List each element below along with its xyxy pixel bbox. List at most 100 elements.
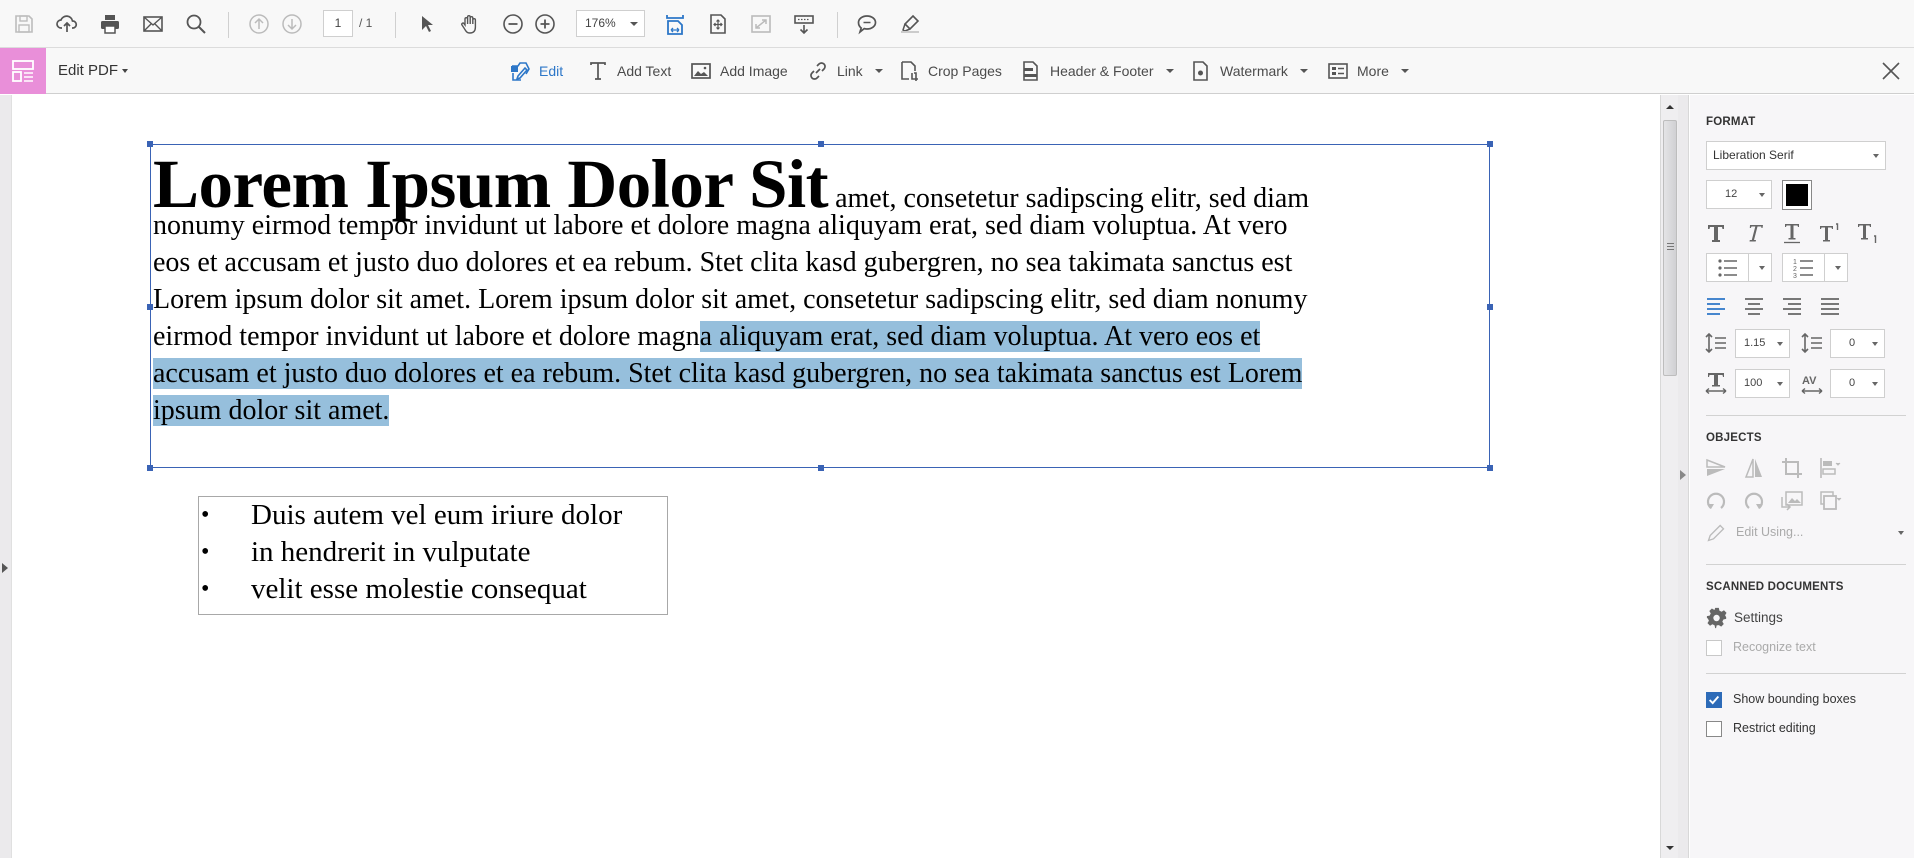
font-size-select[interactable]: 12 xyxy=(1706,180,1772,209)
scrollbar-thumb[interactable] xyxy=(1663,120,1677,376)
list-item-text: velit esse molestie consequat xyxy=(251,573,587,605)
arrange-button[interactable] xyxy=(1818,488,1856,514)
bullet-list-button[interactable] xyxy=(1706,253,1772,282)
search-icon[interactable] xyxy=(182,10,210,38)
bullet-list-box[interactable]: • Duis autem vel eum iriure dolor • in h… xyxy=(198,496,668,615)
bullet-icon: • xyxy=(201,576,210,602)
edit-using-label: Edit Using... xyxy=(1736,525,1804,539)
selected-text: a aliquyam erat, sed diam voluptua. At v… xyxy=(699,321,1261,352)
collapse-right-pane-icon[interactable] xyxy=(1680,470,1686,480)
zoom-in-icon[interactable] xyxy=(531,10,559,38)
right-pane-collapse[interactable] xyxy=(1678,95,1689,858)
chevron-down-icon[interactable] xyxy=(874,69,883,73)
tool-link[interactable]: Link xyxy=(807,58,883,84)
character-spacing-select[interactable]: 0 xyxy=(1830,369,1885,398)
replace-image-button[interactable] xyxy=(1780,488,1818,514)
text-color-swatch[interactable] xyxy=(1782,180,1812,210)
align-right-button[interactable] xyxy=(1780,292,1818,318)
more-tools-icon xyxy=(1328,63,1348,79)
fit-width-icon[interactable] xyxy=(661,10,689,38)
vertical-scrollbar[interactable] xyxy=(1660,95,1678,858)
chevron-down-icon xyxy=(1759,193,1765,197)
edit-pdf-tool-icon[interactable] xyxy=(0,48,46,94)
tool-watermark[interactable]: Watermark xyxy=(1190,58,1308,84)
tool-crop-pages[interactable]: Crop Pages xyxy=(898,58,1002,84)
highlight-icon[interactable] xyxy=(896,10,924,38)
chevron-down-icon[interactable] xyxy=(1400,69,1409,73)
save-icon[interactable] xyxy=(10,10,38,38)
show-bounding-boxes-checkbox[interactable] xyxy=(1706,692,1722,708)
tool-add-text[interactable]: Add Text xyxy=(587,58,671,84)
align-center-icon xyxy=(1745,298,1763,315)
restrict-editing-checkbox[interactable] xyxy=(1706,721,1722,737)
scroll-up-icon[interactable] xyxy=(1666,105,1674,109)
subscript-button[interactable] xyxy=(1856,220,1894,246)
full-screen-icon[interactable] xyxy=(747,10,775,38)
previous-page-icon[interactable] xyxy=(245,10,273,38)
scanned-settings-button[interactable]: Settings xyxy=(1706,607,1886,629)
format-section-title: FORMAT xyxy=(1706,116,1756,128)
top-toolbar: 1 / 1 176% xyxy=(0,0,1914,48)
chevron-down-icon[interactable] xyxy=(1759,266,1765,270)
page-number-input[interactable]: 1 xyxy=(323,10,353,37)
line-spacing-select[interactable]: 1.15 xyxy=(1735,329,1790,358)
left-pane-collapsed[interactable] xyxy=(0,95,12,858)
close-icon[interactable] xyxy=(1880,60,1902,82)
objects-row-2 xyxy=(1704,488,1856,514)
upload-cloud-icon[interactable] xyxy=(53,10,81,38)
superscript-button[interactable] xyxy=(1818,220,1856,246)
tool-add-image-label: Add Image xyxy=(720,63,788,79)
font-family-select[interactable]: Liberation Serif xyxy=(1706,141,1886,170)
hand-tool-icon[interactable] xyxy=(456,10,484,38)
align-center-button[interactable] xyxy=(1742,292,1780,318)
numbered-list-button[interactable]: 123 xyxy=(1782,253,1848,282)
paragraph-text[interactable]: Lorem Ipsum Dolor Sit amet, consetetur s… xyxy=(153,148,1493,429)
crop-button[interactable] xyxy=(1780,455,1818,481)
keyboard-scroll-icon[interactable] xyxy=(790,10,818,38)
next-page-icon[interactable] xyxy=(278,10,306,38)
rotate-left-button[interactable] xyxy=(1704,488,1742,514)
italic-button[interactable] xyxy=(1742,220,1780,246)
tool-add-image[interactable]: Add Image xyxy=(690,58,788,84)
tool-edit-label: Edit xyxy=(539,63,564,79)
add-text-icon xyxy=(590,62,606,80)
rotate-right-button[interactable] xyxy=(1742,488,1780,514)
tool-header-footer[interactable]: Header & Footer xyxy=(1020,58,1174,84)
resize-handle[interactable] xyxy=(1487,465,1493,471)
justify-icon xyxy=(1821,298,1839,315)
resize-handle[interactable] xyxy=(1487,141,1493,147)
edit-using-menu[interactable]: Edit Using... xyxy=(1706,523,1906,543)
chevron-down-icon[interactable] xyxy=(1835,266,1841,270)
zoom-out-icon[interactable] xyxy=(499,10,527,38)
paragraph-spacing-select[interactable]: 0 xyxy=(1830,329,1885,358)
scroll-down-icon[interactable] xyxy=(1666,846,1674,850)
tool-edit[interactable]: Edit xyxy=(509,58,563,84)
print-icon[interactable] xyxy=(96,10,124,38)
paragraph-line: eirmod tempor invidunt ut labore et dolo… xyxy=(153,318,1493,355)
zoom-level-select[interactable]: 176% xyxy=(576,10,645,37)
chevron-down-icon[interactable] xyxy=(1299,69,1308,73)
line-spacing-value: 1.15 xyxy=(1744,337,1766,349)
resize-handle[interactable] xyxy=(818,465,824,471)
flip-horizontal-button[interactable] xyxy=(1742,455,1780,481)
bold-button[interactable] xyxy=(1704,220,1742,246)
flip-vertical-button[interactable] xyxy=(1704,455,1742,481)
comment-icon[interactable] xyxy=(853,10,881,38)
resize-handle[interactable] xyxy=(147,465,153,471)
alignment-row xyxy=(1704,292,1856,318)
replace-image-icon xyxy=(1781,491,1803,511)
align-left-button[interactable] xyxy=(1704,292,1742,318)
edit-text-image-icon xyxy=(511,62,530,81)
underline-button[interactable] xyxy=(1780,220,1818,246)
tool-more[interactable]: More xyxy=(1327,58,1409,84)
recognize-text-checkbox[interactable] xyxy=(1706,640,1722,656)
edit-pdf-menu[interactable]: Edit PDF xyxy=(58,62,129,79)
expand-left-pane-icon[interactable] xyxy=(2,563,8,573)
justify-button[interactable] xyxy=(1818,292,1856,318)
horizontal-scaling-select[interactable]: 100 xyxy=(1735,369,1790,398)
chevron-down-icon[interactable] xyxy=(1165,69,1174,73)
fit-page-icon[interactable] xyxy=(704,10,732,38)
align-objects-button[interactable] xyxy=(1818,455,1856,481)
select-cursor-icon[interactable] xyxy=(413,10,441,38)
email-icon[interactable] xyxy=(139,10,167,38)
